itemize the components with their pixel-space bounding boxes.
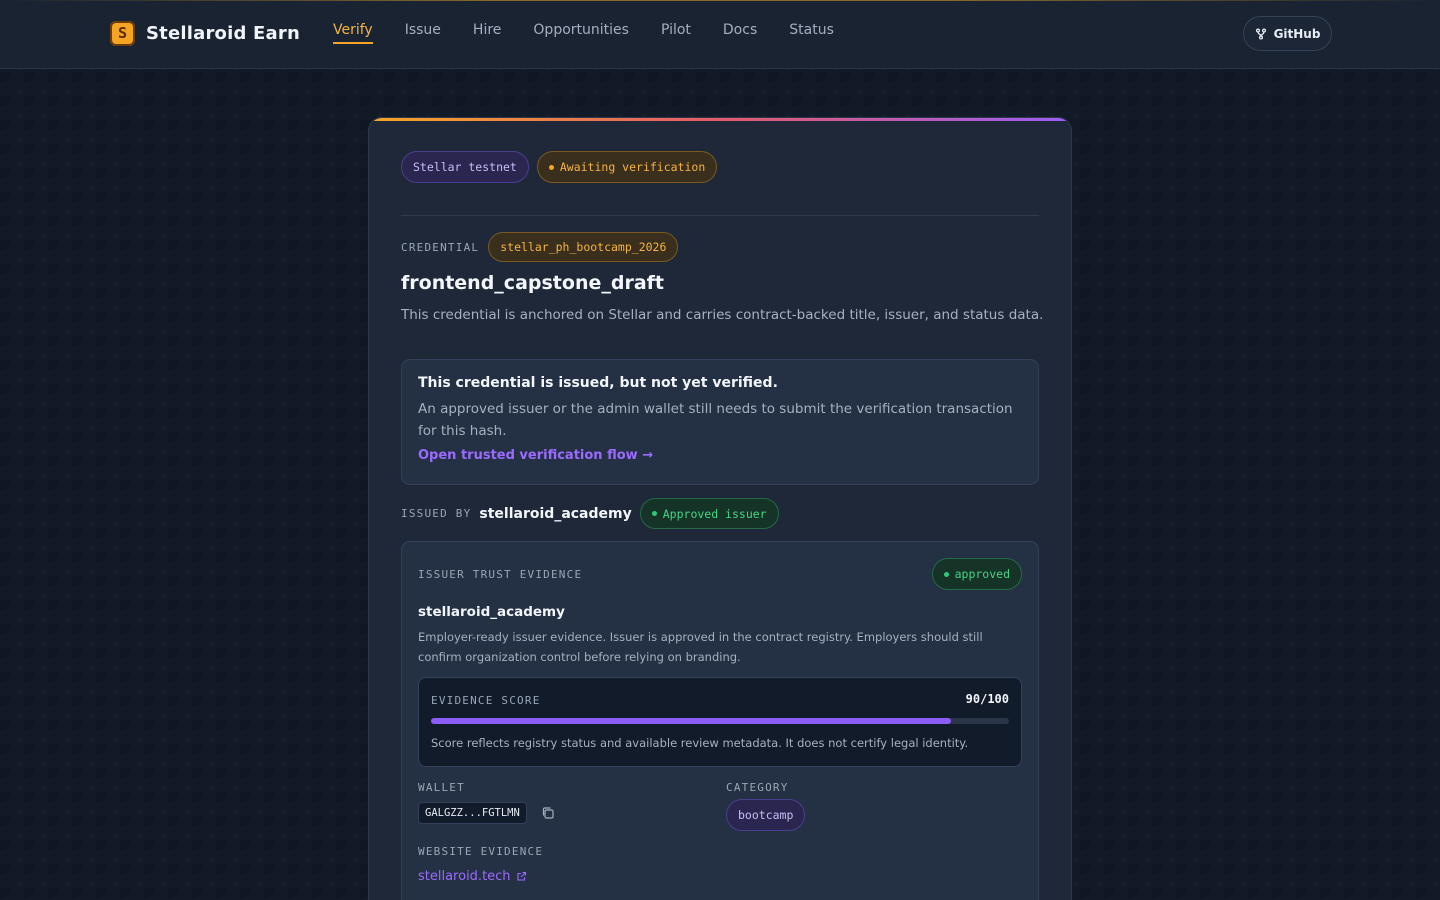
issuer-trust-evidence: ISSUER TRUST EVIDENCE approved stellaroi… <box>401 541 1039 900</box>
approved-dot-icon <box>651 511 657 516</box>
nav-issue[interactable]: Issue <box>405 22 441 44</box>
credential-label: CREDENTIAL <box>401 240 480 254</box>
verification-notice: This credential is issued, but not yet v… <box>401 359 1039 485</box>
wallet-row: GALGZZ...FGTLMN <box>418 802 555 824</box>
stellaroid-logo-icon: S <box>110 21 135 46</box>
open-verification-flow-link[interactable]: Open trusted verification flow → <box>418 448 653 463</box>
evidence-score-label: EVIDENCE SCORE <box>431 694 541 707</box>
issuer-name: stellaroid_academy <box>479 505 632 522</box>
copy-icon[interactable] <box>541 806 555 820</box>
approved-issuer-text: Approved issuer <box>662 506 767 521</box>
github-label: GitHub <box>1273 26 1321 41</box>
credential-card: Stellar testnet Awaiting verification CR… <box>368 117 1072 900</box>
trust-status-text: approved <box>954 567 1010 581</box>
trust-evidence-label: ISSUER TRUST EVIDENCE <box>418 568 583 581</box>
nav-pilot[interactable]: Pilot <box>661 22 691 44</box>
credential-description: This credential is anchored on Stellar a… <box>401 307 1044 323</box>
trust-status-badge: approved <box>931 558 1022 590</box>
evidence-score-value: 90/100 <box>965 692 1009 706</box>
trust-status-dot-icon <box>943 571 949 577</box>
category-badge: bootcamp <box>726 799 806 831</box>
program-badge: stellar_ph_bootcamp_2026 <box>488 232 679 262</box>
github-button[interactable]: GitHub <box>1243 16 1332 51</box>
evidence-score-box: EVIDENCE SCORE 90/100 Score reflects reg… <box>418 677 1022 767</box>
divider <box>401 215 1039 216</box>
nav-opportunities[interactable]: Opportunities <box>533 22 629 44</box>
website-evidence-text: stellaroid.tech <box>418 869 511 884</box>
git-branch-icon <box>1255 27 1266 40</box>
notice-body: An approved issuer or the admin wallet s… <box>418 401 1013 439</box>
evidence-score-bar <box>431 718 1009 724</box>
evidence-score-fill <box>431 718 952 724</box>
nav-verify[interactable]: Verify <box>333 22 373 44</box>
verification-status-badge: Awaiting verification <box>536 151 718 183</box>
category-label: CATEGORY <box>726 781 789 794</box>
website-evidence-label: WEBSITE EVIDENCE <box>418 845 544 858</box>
website-evidence-link[interactable]: stellaroid.tech <box>418 869 527 884</box>
status-dot-icon <box>548 164 554 170</box>
wallet-label: WALLET <box>418 781 465 794</box>
credential-row: CREDENTIAL stellar_ph_bootcamp_2026 <box>401 232 679 262</box>
issued-by-row: ISSUED BY stellaroid_academy Approved is… <box>401 498 779 529</box>
nav-status[interactable]: Status <box>789 22 834 44</box>
nav-docs[interactable]: Docs <box>723 22 757 44</box>
notice-title: This credential is issued, but not yet v… <box>418 375 778 391</box>
network-badge: Stellar testnet <box>401 151 529 183</box>
top-navbar: S Stellaroid Earn Verify Issue Hire Oppo… <box>0 0 1440 69</box>
brand[interactable]: S Stellaroid Earn <box>110 21 300 46</box>
credential-title: frontend_capstone_draft <box>401 272 664 294</box>
trust-description: Employer-ready issuer evidence. Issuer i… <box>418 630 983 664</box>
nav-hire[interactable]: Hire <box>473 22 501 44</box>
verification-status-text: Awaiting verification <box>559 160 706 174</box>
wallet-address: GALGZZ...FGTLMN <box>418 802 527 824</box>
issued-by-label: ISSUED BY <box>401 507 472 520</box>
main-nav: Verify Issue Hire Opportunities Pilot Do… <box>333 22 834 44</box>
brand-name: Stellaroid Earn <box>146 23 300 44</box>
approved-issuer-badge: Approved issuer <box>639 498 779 529</box>
trust-issuer-name: stellaroid_academy <box>418 604 565 620</box>
external-link-icon <box>517 871 526 881</box>
evidence-score-note: Score reflects registry status and avail… <box>431 736 969 750</box>
status-badges: Stellar testnet Awaiting verification <box>401 151 718 183</box>
